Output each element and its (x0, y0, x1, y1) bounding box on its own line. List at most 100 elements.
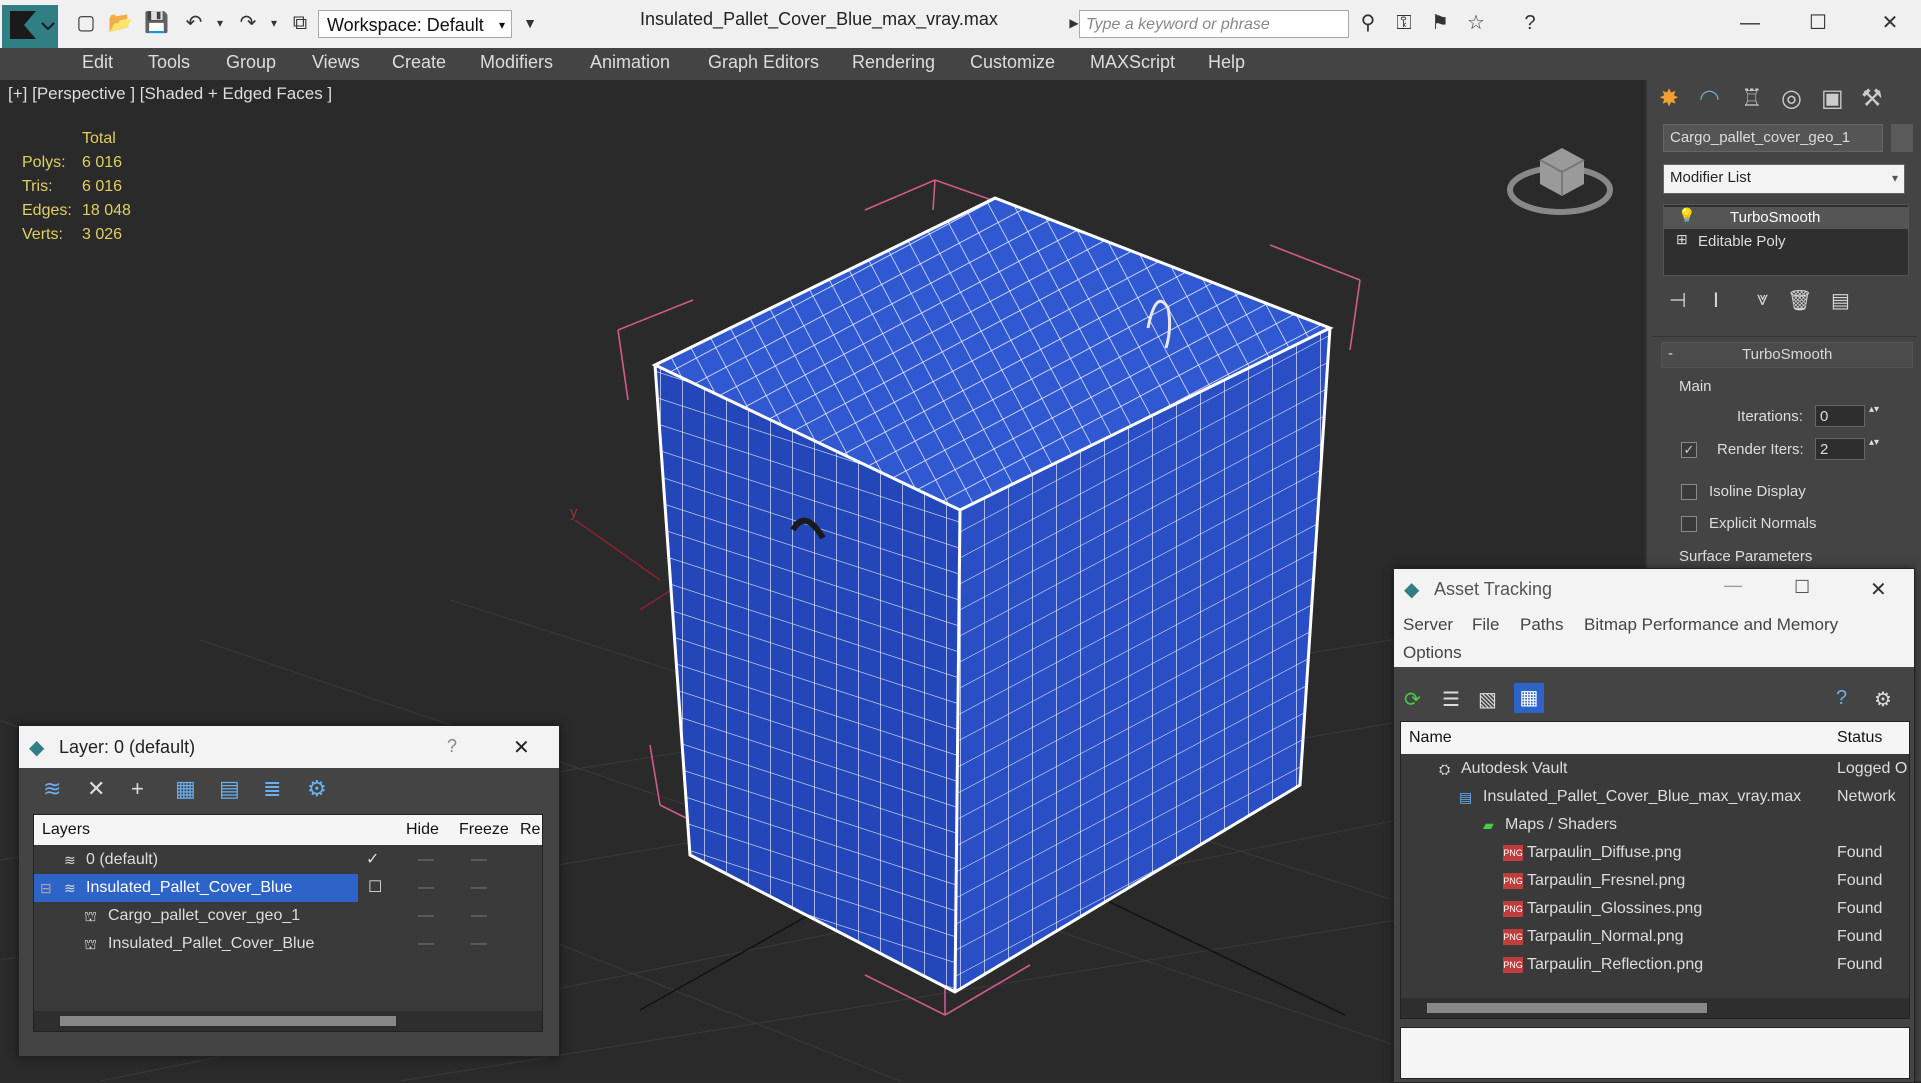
minimize-icon[interactable]: — (1738, 12, 1762, 34)
settings-icon[interactable]: ⚙ (1874, 687, 1892, 712)
menu-animation[interactable]: Animation (590, 52, 670, 73)
close-icon[interactable]: ✕ (1870, 577, 1887, 602)
asset-row-maxfile[interactable]: ▤ Insulated_Pallet_Cover_Blue_max_vray.m… (1401, 783, 1909, 811)
col-render[interactable]: Re (520, 821, 540, 839)
minimize-icon[interactable]: — (1724, 575, 1742, 596)
stack-item-editable-poly[interactable]: ⊞ Editable Poly (1664, 231, 1908, 253)
turbosmooth-rollout-header[interactable]: - TurboSmooth (1661, 342, 1913, 368)
new-layer-icon[interactable]: ≋ (43, 776, 61, 802)
asset-row-png[interactable]: PNG Tarpaulin_Fresnel.png Found (1401, 867, 1909, 895)
menu-modifiers[interactable]: Modifiers (480, 52, 553, 73)
layer-row-default[interactable]: ≋ 0 (default) ✓ — — (34, 846, 542, 874)
thumbnail-view-icon[interactable]: ▧ (1478, 687, 1497, 712)
layer-window-titlebar[interactable]: ◆ Layer: 0 (default) ? ✕ (19, 726, 559, 768)
help-icon[interactable]: ? (1518, 12, 1542, 34)
open-icon[interactable]: 📂 (108, 12, 133, 34)
iterations-spinner[interactable]: 0 (1815, 405, 1865, 427)
asset-row-maps[interactable]: ▰ Maps / Shaders (1401, 811, 1909, 839)
binoculars-icon[interactable]: ⚲ (1356, 12, 1380, 34)
layer-row-insulated[interactable]: ⊟ ≋ Insulated_Pallet_Cover_Blue ☐ — — (34, 874, 542, 902)
layer-row-object[interactable]: ⛫ Insulated_Pallet_Cover_Blue — — (34, 930, 542, 958)
make-unique-icon[interactable]: ⩔ (1757, 288, 1768, 311)
isoline-display-checkbox[interactable] (1681, 484, 1697, 500)
refresh-icon[interactable]: ⟳ (1404, 687, 1421, 712)
key-icon[interactable]: ⚿ (1392, 12, 1416, 34)
workspace-dropdown[interactable]: Workspace: Default ▾ (318, 10, 512, 38)
asset-row-png[interactable]: PNG Tarpaulin_Normal.png Found (1401, 923, 1909, 951)
menu-tools[interactable]: Tools (148, 52, 190, 73)
col-freeze[interactable]: Freeze (459, 821, 509, 839)
explicit-normals-checkbox[interactable] (1681, 516, 1697, 532)
scrollbar-thumb[interactable] (60, 1016, 396, 1026)
configure-sets-icon[interactable]: ▤ (1831, 288, 1850, 313)
active-layer-checkmark-icon[interactable]: ✓ (366, 846, 379, 874)
asset-path-field[interactable] (1400, 1027, 1910, 1079)
freeze-toggle[interactable]: — (471, 874, 487, 902)
undo-icon[interactable]: ↶ (182, 12, 206, 34)
close-icon[interactable]: ✕ (1878, 12, 1902, 34)
maximize-icon[interactable]: ☐ (1806, 12, 1830, 34)
sign-in-icon[interactable]: ⚑ (1428, 12, 1452, 34)
render-iters-checkbox[interactable]: ✓ (1681, 442, 1697, 458)
remove-modifier-icon[interactable]: 🗑 (1787, 288, 1812, 313)
menu-help[interactable]: Help (1208, 52, 1245, 73)
object-name-field[interactable]: Cargo_pallet_cover_geo_1 (1663, 124, 1883, 152)
spinner-arrows-icon[interactable]: ▴▾ (1869, 404, 1879, 415)
horizontal-scrollbar[interactable] (1401, 998, 1909, 1018)
hide-toggle[interactable]: — (418, 902, 434, 930)
maximize-icon[interactable]: ☐ (1794, 577, 1810, 598)
create-tab-icon[interactable]: ✸ (1659, 84, 1679, 113)
show-end-result-icon[interactable]: Ⅰ (1713, 288, 1719, 313)
viewcube-icon[interactable] (1500, 120, 1620, 220)
display-tab-icon[interactable]: ▣ (1821, 84, 1844, 113)
horizontal-scrollbar[interactable] (34, 1011, 542, 1031)
menu-options[interactable]: Options (1403, 643, 1462, 663)
utilities-tab-icon[interactable]: ⚒ (1861, 84, 1883, 113)
menu-file[interactable]: File (1472, 615, 1499, 635)
asset-row-png[interactable]: PNG Tarpaulin_Diffuse.png Found (1401, 839, 1909, 867)
select-layer-icon[interactable]: ▤ (219, 776, 240, 802)
expand-plus-icon[interactable]: ⊞ (1676, 231, 1688, 248)
motion-tab-icon[interactable]: ◎ (1781, 84, 1802, 113)
menu-server[interactable]: Server (1403, 615, 1453, 635)
modifier-list-dropdown[interactable]: Modifier List ▾ (1663, 164, 1905, 194)
new-file-icon[interactable]: ▢ (74, 12, 98, 34)
hide-toggle[interactable]: — (418, 846, 434, 874)
menu-bitmap-performance[interactable]: Bitmap Performance and Memory (1584, 615, 1838, 635)
object-color-swatch[interactable] (1891, 124, 1913, 152)
hide-toggle[interactable]: — (418, 930, 434, 958)
menu-graph-editors[interactable]: Graph Editors (708, 52, 819, 73)
freeze-toggle[interactable]: — (471, 930, 487, 958)
asset-row-png[interactable]: PNG Tarpaulin_Reflection.png Found (1401, 951, 1909, 979)
app-logo-icon[interactable] (2, 5, 58, 53)
active-layer-checkbox[interactable]: ☐ (368, 874, 382, 902)
menu-edit[interactable]: Edit (82, 52, 113, 73)
hierarchy-tab-icon[interactable]: ♖ (1741, 84, 1763, 113)
hide-toggle[interactable]: — (418, 874, 434, 902)
close-icon[interactable]: ✕ (513, 735, 530, 760)
scrollbar-thumb[interactable] (1427, 1003, 1707, 1013)
col-name[interactable]: Name (1409, 729, 1452, 747)
redo-dropdown-icon[interactable]: ▾ (262, 12, 286, 34)
freeze-toggle[interactable]: — (471, 902, 487, 930)
asset-window-titlebar[interactable]: ◆ Asset Tracking — ☐ ✕ (1394, 569, 1914, 609)
lightbulb-icon[interactable]: 💡 (1678, 207, 1695, 224)
favorites-star-icon[interactable]: ☆ (1464, 12, 1488, 34)
menu-group[interactable]: Group (226, 52, 276, 73)
workspace-menu-icon[interactable]: ▼ (518, 12, 542, 34)
menu-customize[interactable]: Customize (970, 52, 1055, 73)
render-iters-spinner[interactable]: 2 (1815, 438, 1865, 460)
help-icon[interactable]: ? (1836, 687, 1847, 710)
freeze-toggle[interactable]: — (471, 846, 487, 874)
save-icon[interactable]: 💾 (144, 12, 169, 34)
pin-stack-icon[interactable]: ⊣ (1669, 288, 1686, 313)
redo-icon[interactable]: ↷ (236, 12, 260, 34)
hide-all-layers-icon[interactable]: ⚙ (307, 776, 327, 802)
spinner-arrows-icon[interactable]: ▴▾ (1869, 437, 1879, 448)
asset-row-png[interactable]: PNG Tarpaulin_Glossines.png Found (1401, 895, 1909, 923)
col-status[interactable]: Status (1837, 729, 1882, 747)
help-icon[interactable]: ? (447, 736, 457, 757)
col-hide[interactable]: Hide (406, 821, 439, 839)
menu-views[interactable]: Views (312, 52, 360, 73)
stack-item-turbosmooth[interactable]: 💡 TurboSmooth (1664, 207, 1908, 229)
